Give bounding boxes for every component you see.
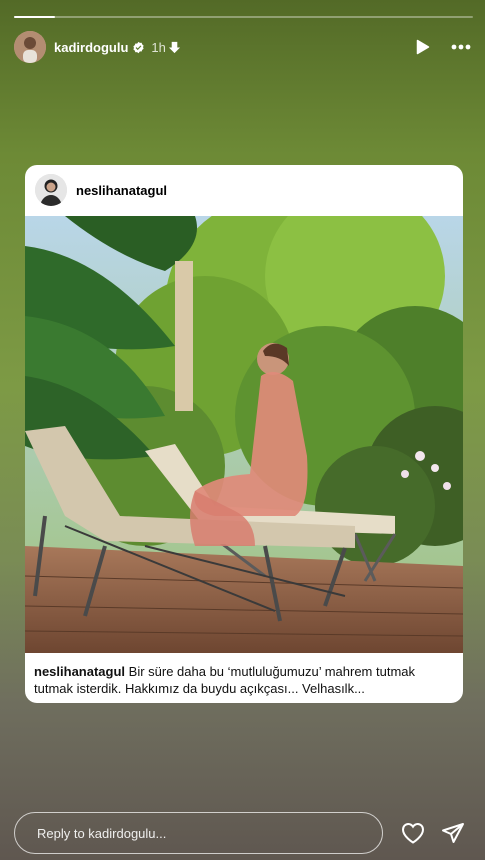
story-progress-track: [14, 16, 473, 18]
heart-icon[interactable]: [400, 820, 426, 846]
post-header: neslihanatagul: [25, 165, 463, 215]
post-caption: neslihanatagul Bir süre daha bu ‘mutlulu…: [34, 663, 453, 697]
post-author-avatar[interactable]: [35, 174, 67, 206]
play-icon[interactable]: [413, 37, 433, 57]
download-icon[interactable]: [168, 41, 181, 54]
post-avatar-image: [35, 174, 67, 206]
story-header: kadirdogulu 1h: [14, 30, 473, 64]
story-username[interactable]: kadirdogulu: [54, 40, 128, 55]
send-icon[interactable]: [440, 820, 466, 846]
garden-photo-image: [25, 186, 463, 653]
reply-field[interactable]: [14, 812, 383, 854]
post-photo[interactable]: [25, 186, 463, 653]
caption-username[interactable]: neslihanatagul: [34, 664, 125, 679]
reply-input[interactable]: [35, 824, 382, 842]
shared-post-card[interactable]: neslihanatagul neslihanatagul Bir süre d…: [25, 165, 463, 703]
more-icon[interactable]: [449, 37, 473, 57]
post-author-username[interactable]: neslihanatagul: [76, 183, 167, 198]
verified-badge-icon: [132, 41, 145, 54]
avatar-image: [14, 31, 46, 63]
story-progress-fill: [14, 16, 56, 18]
story-timestamp: 1h: [151, 39, 166, 55]
story-avatar[interactable]: [14, 31, 46, 63]
